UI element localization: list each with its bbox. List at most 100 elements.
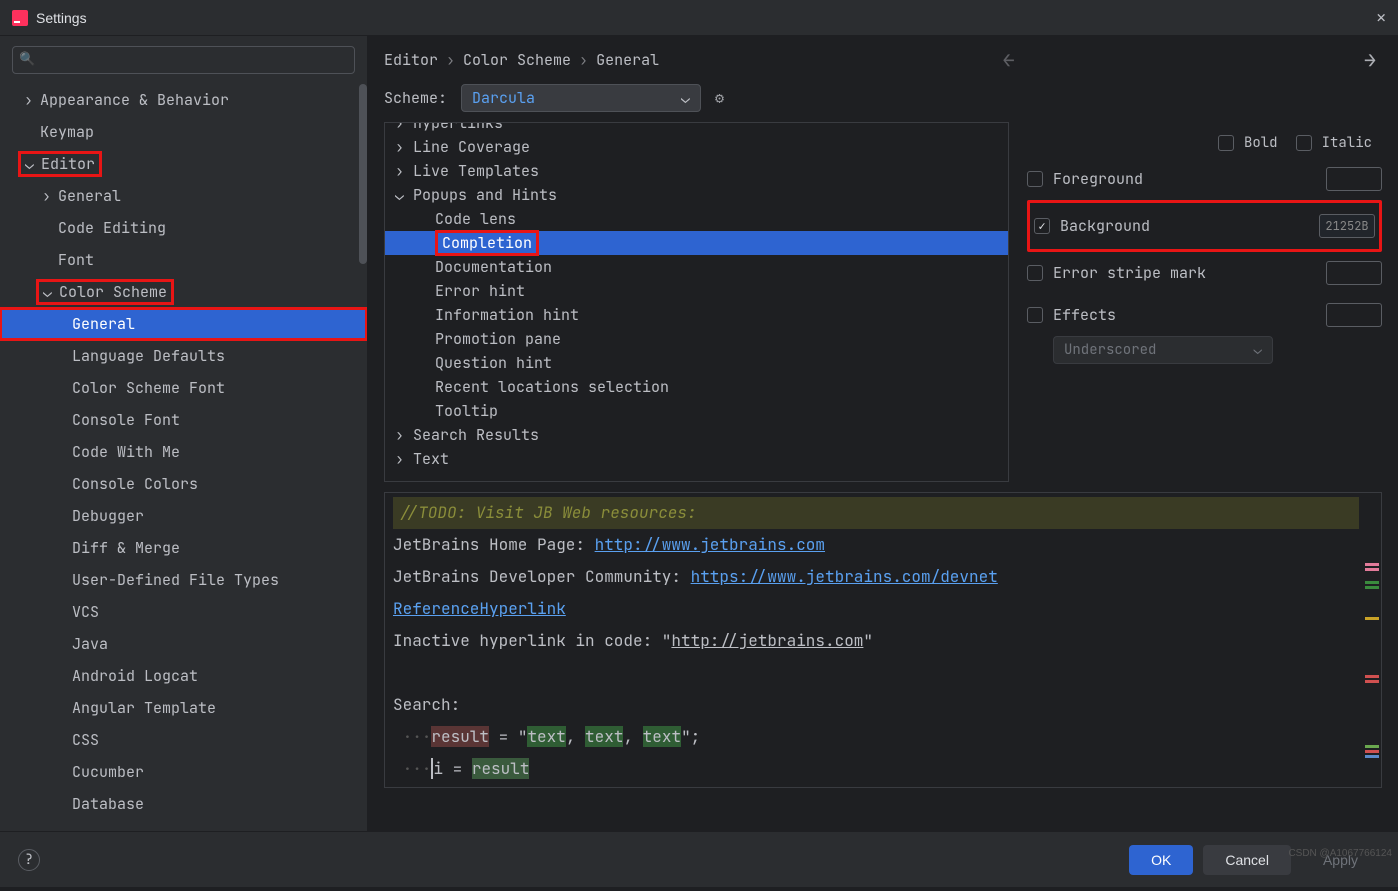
breadcrumb-item[interactable]: Color Scheme: [463, 50, 571, 70]
sidebar: Appearance & Behavior Keymap Editor General…: [0, 36, 368, 831]
scheme-select[interactable]: Darcula ⌄: [461, 84, 701, 112]
chevron-icon: [395, 185, 409, 205]
sidebar-item-vcs[interactable]: VCS: [0, 596, 367, 628]
dialog-footer: ? OK Cancel Apply: [0, 831, 1398, 887]
sidebar-item-appearance-behavior[interactable]: Appearance & Behavior: [0, 84, 367, 116]
foreground-label: Foreground: [1053, 169, 1316, 189]
sidebar-item-font[interactable]: Font: [0, 244, 367, 276]
tree-item-label: General: [72, 314, 135, 334]
tree-item-label: Code With Me: [72, 442, 180, 462]
option-promotion-pane[interactable]: Promotion pane: [385, 327, 1008, 351]
sidebar-item-console-font[interactable]: Console Font: [0, 404, 367, 436]
preview-editor[interactable]: //TODO: Visit JB Web resources: JetBrain…: [384, 492, 1382, 788]
option-hyperlinks[interactable]: Hyperlinks: [385, 122, 1008, 135]
option-line-coverage[interactable]: Line Coverage: [385, 135, 1008, 159]
background-checkbox[interactable]: [1034, 218, 1050, 234]
gear-icon[interactable]: ⚙: [715, 88, 724, 108]
option-search-results[interactable]: Search Results: [385, 423, 1008, 447]
sidebar-item-user-defined-file-types[interactable]: User-Defined File Types: [0, 564, 367, 596]
background-swatch[interactable]: 21252B: [1319, 214, 1375, 238]
tree-item-label: Database: [72, 794, 144, 814]
foreground-checkbox[interactable]: [1027, 171, 1043, 187]
tree-item-label: Language Defaults: [72, 346, 225, 366]
preview-reference[interactable]: ReferenceHyperlink: [393, 598, 566, 619]
option-recent-locations-selection[interactable]: Recent locations selection: [385, 375, 1008, 399]
tree-item-label: Code Editing: [58, 218, 166, 238]
effects-value: Underscored: [1064, 341, 1156, 359]
back-icon[interactable]: ←: [997, 47, 1021, 73]
effects-select[interactable]: Underscored ⌄: [1053, 336, 1273, 364]
error-stripe-checkbox[interactable]: [1027, 265, 1043, 281]
tree-item-label: General: [58, 186, 121, 206]
breadcrumb-item[interactable]: General: [596, 50, 659, 70]
sidebar-item-color-scheme[interactable]: Color Scheme: [0, 276, 367, 308]
option-code-lens[interactable]: Code lens: [385, 207, 1008, 231]
close-icon[interactable]: ✕: [1376, 7, 1386, 28]
sidebar-item-diff-merge[interactable]: Diff & Merge: [0, 532, 367, 564]
tree-item-label: Debugger: [72, 506, 144, 526]
sidebar-item-general[interactable]: General: [0, 180, 367, 212]
forward-icon[interactable]: →: [1358, 47, 1382, 73]
italic-checkbox[interactable]: [1296, 135, 1312, 151]
sidebar-item-angular-template[interactable]: Angular Template: [0, 692, 367, 724]
option-tooltip[interactable]: Tooltip: [385, 399, 1008, 423]
tree-item-label: Editor: [41, 154, 95, 174]
option-popups-and-hints[interactable]: Popups and Hints: [385, 183, 1008, 207]
sidebar-item-code-editing[interactable]: Code Editing: [0, 212, 367, 244]
chevron-icon: [395, 122, 409, 133]
sidebar-item-database[interactable]: Database: [0, 788, 367, 820]
sidebar-item-java[interactable]: Java: [0, 628, 367, 660]
background-label: Background: [1060, 216, 1309, 236]
chevron-icon: [395, 137, 409, 157]
sidebar-item-keymap[interactable]: Keymap: [0, 116, 367, 148]
sidebar-item-general[interactable]: General: [0, 308, 367, 340]
sidebar-item-debugger[interactable]: Debugger: [0, 500, 367, 532]
tree-item-label: Angular Template: [72, 698, 216, 718]
chevron-icon: [395, 449, 409, 469]
option-label: Promotion pane: [435, 329, 561, 349]
cancel-button[interactable]: Cancel: [1203, 845, 1291, 875]
sidebar-item-android-logcat[interactable]: Android Logcat: [0, 660, 367, 692]
error-stripe-gutter[interactable]: [1359, 497, 1381, 783]
tree-item-label: VCS: [72, 602, 99, 622]
option-question-hint[interactable]: Question hint: [385, 351, 1008, 375]
options-tree[interactable]: HyperlinksLine CoverageLive Templates Pop…: [384, 122, 1009, 482]
option-label: Text: [413, 449, 449, 469]
sidebar-scrollbar[interactable]: [359, 84, 367, 264]
error-stripe-swatch[interactable]: [1326, 261, 1382, 285]
option-text[interactable]: Text: [385, 447, 1008, 471]
foreground-swatch[interactable]: [1326, 167, 1382, 191]
ok-button[interactable]: OK: [1129, 845, 1193, 875]
tree-item-label: Font: [58, 250, 94, 270]
sidebar-item-editor[interactable]: Editor: [0, 148, 367, 180]
preview-link[interactable]: http://www.jetbrains.com: [595, 534, 825, 555]
chevron-icon: [43, 282, 57, 302]
effects-checkbox[interactable]: [1027, 307, 1043, 323]
option-error-hint[interactable]: Error hint: [385, 279, 1008, 303]
sidebar-item-cucumber[interactable]: Cucumber: [0, 756, 367, 788]
sidebar-item-color-scheme-font[interactable]: Color Scheme Font: [0, 372, 367, 404]
title-bar: Settings ✕: [0, 0, 1398, 36]
chevron-icon: [395, 161, 409, 181]
italic-label: Italic: [1322, 134, 1372, 152]
option-label: Popups and Hints: [413, 185, 557, 205]
sidebar-item-language-defaults[interactable]: Language Defaults: [0, 340, 367, 372]
option-documentation[interactable]: Documentation: [385, 255, 1008, 279]
main-panel: Editor › Color Scheme › General ← → Sche…: [368, 36, 1398, 831]
sidebar-item-code-with-me[interactable]: Code With Me: [0, 436, 367, 468]
sidebar-item-console-colors[interactable]: Console Colors: [0, 468, 367, 500]
bold-checkbox[interactable]: [1218, 135, 1234, 151]
help-icon[interactable]: ?: [18, 849, 40, 871]
option-live-templates[interactable]: Live Templates: [385, 159, 1008, 183]
effects-swatch[interactable]: [1326, 303, 1382, 327]
option-label: Live Templates: [413, 161, 539, 181]
breadcrumb-item[interactable]: Editor: [384, 50, 438, 70]
tree-item-label: Appearance & Behavior: [40, 90, 229, 110]
search-input[interactable]: [12, 46, 355, 74]
preview-link[interactable]: https://www.jetbrains.com/devnet: [691, 566, 998, 587]
chevron-icon: [24, 90, 38, 110]
option-completion[interactable]: Completion: [385, 231, 1008, 255]
option-information-hint[interactable]: Information hint: [385, 303, 1008, 327]
chevron-down-icon: ⌄: [1254, 341, 1262, 359]
sidebar-item-css[interactable]: CSS: [0, 724, 367, 756]
